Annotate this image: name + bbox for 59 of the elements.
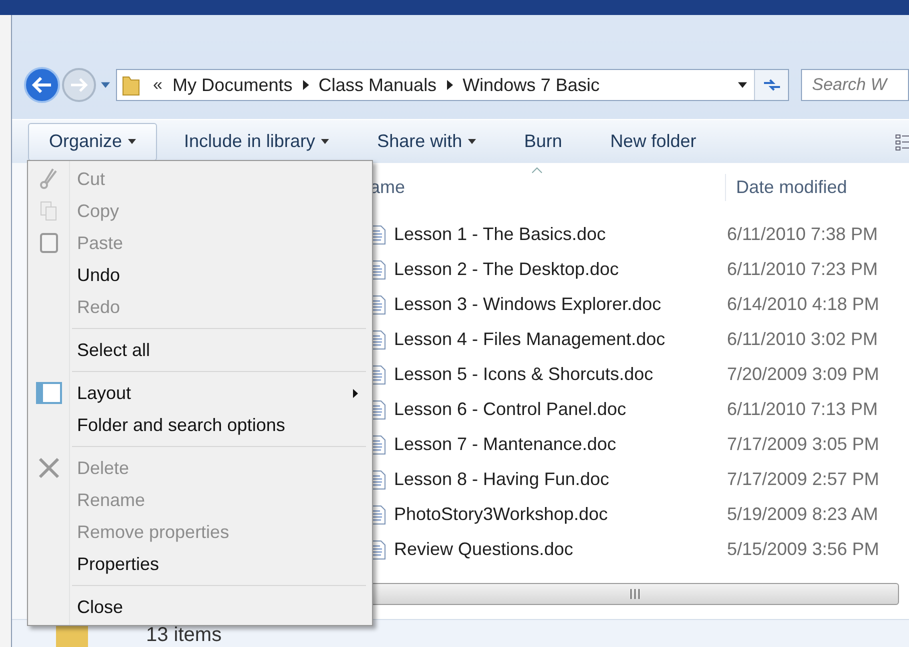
file-name[interactable]: Lesson 8 - Having Fun.doc (394, 466, 725, 493)
item-count: 13 items (146, 623, 222, 647)
layout-icon (36, 382, 62, 404)
horizontal-scrollbar[interactable] (370, 583, 899, 605)
menu-item[interactable]: Layout (28, 377, 372, 409)
file-name[interactable]: Lesson 4 - Files Management.doc (394, 326, 725, 353)
menu-item[interactable]: Folder and search options (28, 409, 372, 441)
file-name[interactable]: Lesson 6 - Control Panel.doc (394, 396, 725, 423)
search-field[interactable]: Search W (801, 69, 909, 101)
right-arrow-icon (70, 78, 88, 92)
submenu-arrow-icon (353, 388, 358, 398)
date-modified: 5/15/2009 3:56 PM (727, 538, 880, 561)
toolbar-button[interactable]: Organize (28, 122, 158, 160)
address-field[interactable]: « My Documents Class Manuals Windows 7 Basic (116, 69, 789, 101)
toolbar-button[interactable]: Include in library (163, 122, 350, 160)
toolbar-button[interactable]: New folder (589, 122, 718, 160)
folder-icon (121, 74, 141, 96)
delete-icon (38, 457, 60, 479)
grip-icon (630, 589, 640, 599)
date-modified: 6/11/2010 3:02 PM (727, 328, 878, 351)
view-options-icon[interactable] (895, 132, 909, 150)
path-overflow[interactable]: « (153, 72, 162, 98)
date-modified: 7/17/2009 2:57 PM (727, 468, 880, 491)
date-modified: 6/11/2010 7:13 PM (727, 398, 878, 421)
back-button[interactable] (24, 67, 60, 103)
menu-item[interactable]: Close (28, 591, 372, 623)
file-name[interactable]: Lesson 7 - Mantenance.doc (394, 431, 725, 458)
caret-icon (738, 82, 746, 88)
refresh-button[interactable] (754, 70, 788, 100)
file-name[interactable]: Lesson 5 - Icons & Shorcuts.doc (394, 361, 725, 388)
file-name[interactable]: PhotoStory3Workshop.doc (394, 501, 725, 528)
file-name[interactable]: Lesson 1 - The Basics.doc (394, 221, 725, 248)
file-name[interactable]: Review Questions.doc (394, 536, 725, 563)
date-modified: 6/11/2010 7:23 PM (727, 258, 878, 281)
file-name[interactable]: Lesson 3 - Windows Explorer.doc (394, 291, 725, 318)
breadcrumb[interactable]: My Documents (172, 72, 293, 98)
scissors-icon (40, 168, 58, 190)
toolbar-button[interactable]: Burn (503, 122, 584, 160)
left-arrow-icon (32, 77, 52, 93)
caret-icon (100, 82, 110, 88)
folder-icon (54, 625, 90, 647)
date-modified: 7/20/2009 3:09 PM (727, 363, 880, 386)
chevron-icon (302, 80, 309, 90)
breadcrumb[interactable]: Windows 7 Basic (462, 72, 600, 98)
menu-item[interactable]: Properties (28, 548, 372, 580)
menu-item[interactable]: Select all (28, 334, 372, 366)
column-header[interactable]: Date modified (725, 174, 848, 200)
date-modified: 5/19/2009 8:23 AM (727, 503, 878, 526)
chevron-icon (446, 80, 453, 90)
file-name[interactable]: Lesson 2 - The Desktop.doc (394, 256, 725, 283)
date-modified: 7/17/2009 3:05 PM (727, 433, 880, 456)
menu-item[interactable]: Undo (28, 259, 372, 291)
paste-icon (39, 232, 59, 254)
date-modified: 6/11/2010 7:38 PM (727, 223, 878, 246)
toolbar-button[interactable]: Share with (356, 122, 498, 160)
refresh-icon (762, 78, 780, 92)
copy-icon (40, 201, 58, 221)
date-modified: 6/14/2010 4:18 PM (727, 293, 880, 316)
breadcrumb[interactable]: Class Manuals (318, 72, 437, 98)
